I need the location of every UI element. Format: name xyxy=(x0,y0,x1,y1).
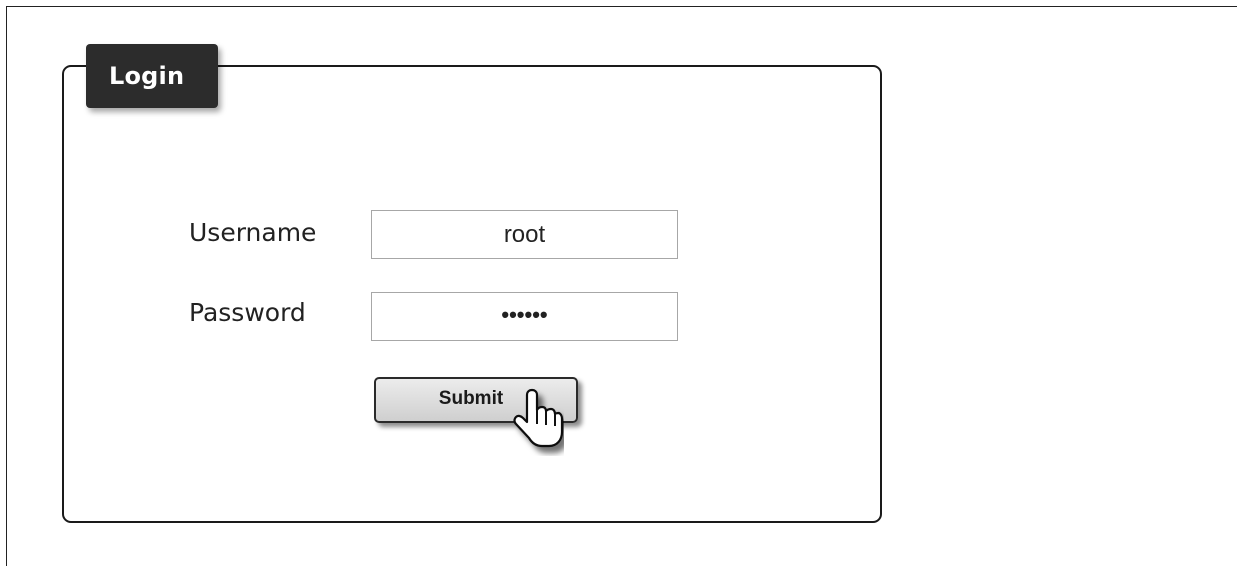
password-label: Password xyxy=(189,298,306,327)
username-label: Username xyxy=(189,218,317,247)
password-input[interactable]: •••••• xyxy=(371,292,678,341)
login-title: Login xyxy=(109,62,185,90)
submit-label: Submit xyxy=(438,388,504,409)
username-input[interactable]: root xyxy=(371,210,678,259)
hand-pointer-icon xyxy=(513,388,564,448)
